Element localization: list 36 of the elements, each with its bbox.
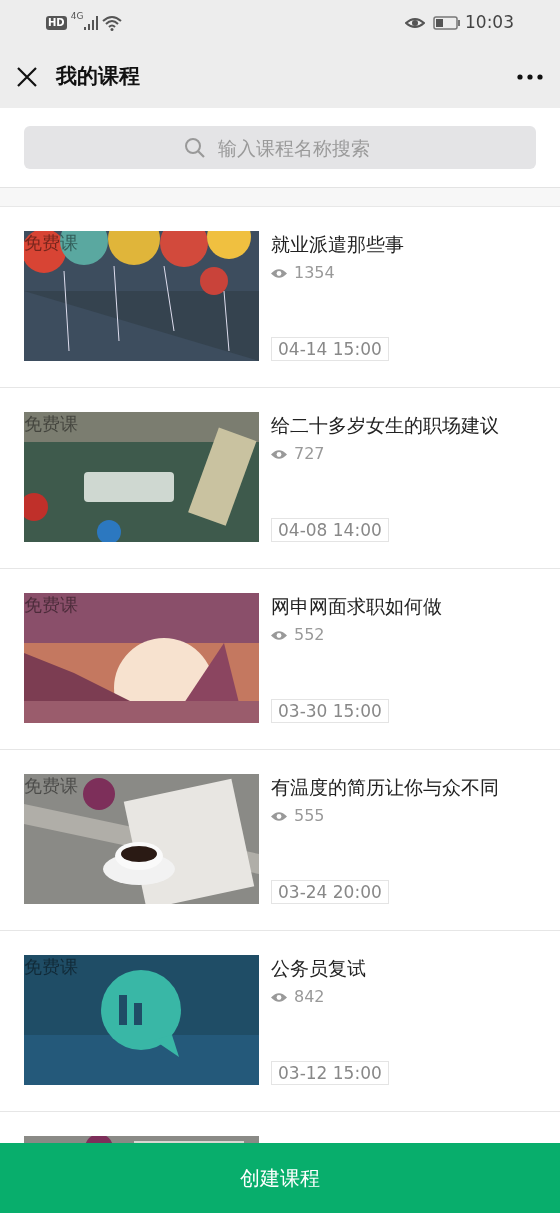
hd-icon: HD: [46, 15, 67, 30]
start-time-tag: 03-30 15:00: [271, 699, 389, 723]
battery-icon: [433, 15, 461, 30]
search-field[interactable]: 输入课程名称搜索: [24, 126, 536, 169]
wifi-icon: [102, 14, 123, 31]
signal-icon: [83, 14, 100, 31]
view-count: 555: [294, 805, 325, 827]
eye-icon: [271, 810, 287, 822]
close-icon[interactable]: [16, 65, 38, 88]
eye-icon: [271, 267, 287, 279]
start-time-tag: 03-24 20:00: [271, 880, 389, 904]
clock: 10:03: [465, 10, 514, 34]
more-icon[interactable]: [516, 72, 544, 81]
search-icon: [184, 137, 206, 159]
free-course-label: 免费课: [24, 594, 78, 616]
eye-icon: [271, 629, 287, 641]
course-title[interactable]: 给二十多岁女生的职场建议: [271, 412, 499, 438]
view-count: 552: [294, 624, 325, 646]
view-count: 727: [294, 443, 325, 465]
course-title[interactable]: 就业派遣那些事: [271, 231, 404, 257]
page-title: 我的课程: [56, 62, 140, 90]
course-title[interactable]: 公务员复试: [271, 955, 366, 981]
free-course-label: 免费课: [24, 413, 78, 435]
eye-icon: [271, 991, 287, 1003]
course-title[interactable]: 网申网面求职如何做: [271, 593, 442, 619]
network-label: 4G: [70, 10, 84, 23]
course-title[interactable]: 有温度的简历让你与众不同: [271, 774, 499, 800]
start-time-tag: 04-14 15:00: [271, 337, 389, 361]
eye-icon: [271, 448, 287, 460]
start-time-tag: 04-08 14:00: [271, 518, 389, 542]
free-course-label: 免费课: [24, 775, 78, 797]
start-time-tag: 03-12 15:00: [271, 1061, 389, 1085]
free-course-label: 免费课: [24, 232, 78, 254]
eye-icon: [405, 15, 425, 30]
view-count: 1354: [294, 262, 335, 284]
view-count: 842: [294, 986, 325, 1008]
